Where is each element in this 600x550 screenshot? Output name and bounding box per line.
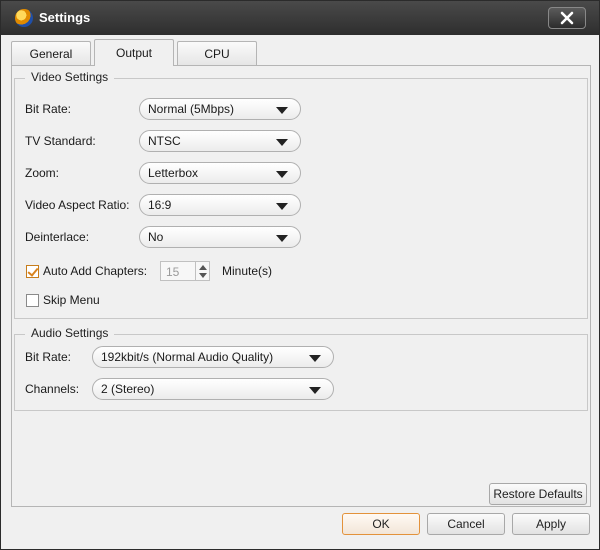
chevron-down-icon (276, 203, 288, 210)
tab-cpu[interactable]: CPU (177, 41, 257, 65)
stepper-buttons (195, 262, 209, 280)
close-button[interactable] (548, 7, 586, 29)
aspect-ratio-select[interactable]: 16:9 (139, 194, 301, 216)
apply-button[interactable]: Apply (512, 513, 590, 535)
ok-button[interactable]: OK (342, 513, 420, 535)
aspect-ratio-value: 16:9 (148, 198, 172, 212)
skip-menu-checkbox[interactable] (26, 294, 39, 307)
chapter-interval-stepper[interactable]: 15 (160, 261, 210, 281)
tv-standard-label: TV Standard: (25, 134, 96, 148)
tv-standard-select[interactable]: NTSC (139, 130, 301, 152)
output-tab-panel: Video Settings Bit Rate: Normal (5Mbps) … (11, 65, 591, 507)
audio-bit-rate-label: Bit Rate: (25, 350, 72, 364)
video-bit-rate-select[interactable]: Normal (5Mbps) (139, 98, 301, 120)
close-icon (560, 11, 574, 25)
app-logo-icon (15, 9, 33, 27)
stepper-up-icon[interactable] (199, 265, 207, 270)
tab-general[interactable]: General (11, 41, 91, 65)
chevron-down-icon (309, 387, 321, 394)
audio-bit-rate-select[interactable]: 192kbit/s (Normal Audio Quality) (92, 346, 334, 368)
chevron-down-icon (276, 171, 288, 178)
channels-label: Channels: (25, 382, 80, 396)
tv-standard-value: NTSC (148, 134, 181, 148)
chevron-down-icon (309, 355, 321, 362)
settings-window: Settings General Output CPU Video Settin… (0, 0, 600, 550)
deinterlace-label: Deinterlace: (25, 230, 90, 244)
audio-settings-legend: Audio Settings (25, 326, 115, 340)
audio-bit-rate-value: 192kbit/s (Normal Audio Quality) (101, 350, 274, 364)
video-bit-rate-value: Normal (5Mbps) (148, 102, 235, 116)
tab-output[interactable]: Output (94, 39, 174, 66)
zoom-select[interactable]: Letterbox (139, 162, 301, 184)
channels-value: 2 (Stereo) (101, 382, 155, 396)
chapter-interval-value: 15 (166, 265, 180, 279)
zoom-label: Zoom: (25, 166, 60, 180)
chapter-interval-unit: Minute(s) (222, 264, 273, 278)
channels-select[interactable]: 2 (Stereo) (92, 378, 334, 400)
title-bar[interactable]: Settings (1, 1, 599, 35)
aspect-ratio-label: Video Aspect Ratio: (25, 198, 130, 212)
deinterlace-select[interactable]: No (139, 226, 301, 248)
cancel-button[interactable]: Cancel (427, 513, 505, 535)
chevron-down-icon (276, 139, 288, 146)
video-bit-rate-label: Bit Rate: (25, 102, 72, 116)
window-title: Settings (39, 10, 91, 25)
restore-defaults-button[interactable]: Restore Defaults (489, 483, 587, 505)
stepper-down-icon[interactable] (199, 273, 207, 278)
video-settings-legend: Video Settings (25, 70, 115, 84)
chevron-down-icon (276, 235, 288, 242)
zoom-value: Letterbox (148, 166, 199, 180)
skip-menu-label: Skip Menu (43, 293, 100, 307)
auto-add-chapters-label: Auto Add Chapters: (43, 264, 148, 278)
auto-add-chapters-checkbox[interactable] (26, 265, 39, 278)
deinterlace-value: No (148, 230, 164, 244)
chevron-down-icon (276, 107, 288, 114)
